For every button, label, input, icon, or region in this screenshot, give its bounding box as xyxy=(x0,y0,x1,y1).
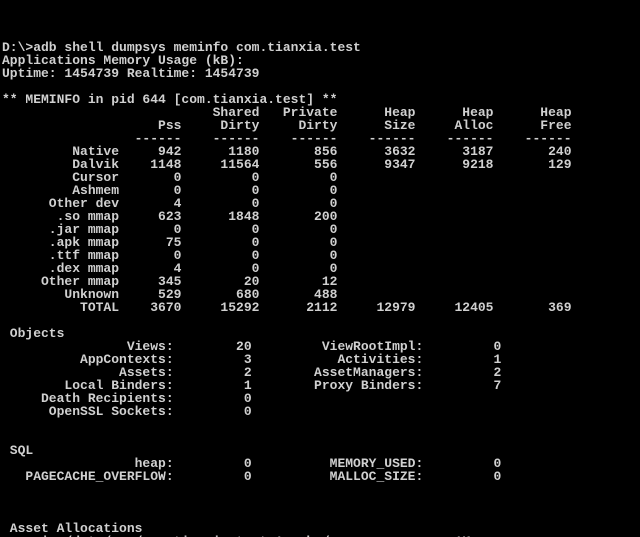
sql-block: heap: 0 MEMORY_USED: 0 PAGECACHE_OVERFLO… xyxy=(2,456,501,484)
table-header: Shared Private Heap Heap Heap Pss Dirty … xyxy=(2,105,572,146)
uptime-line: Uptime: 1454739 Realtime: 1454739 xyxy=(2,66,259,81)
objects-block: Views: 20 ViewRootImpl: 0 AppContexts: 3… xyxy=(2,339,501,419)
asset-line: zip:/data/app/com.tianxia.test-1.apk:/re… xyxy=(2,534,470,537)
table-body: Native 942 1180 856 3632 3187 240 Dalvik… xyxy=(2,144,572,315)
terminal-output: D:\>adb shell dumpsys meminfo com.tianxi… xyxy=(0,39,640,537)
